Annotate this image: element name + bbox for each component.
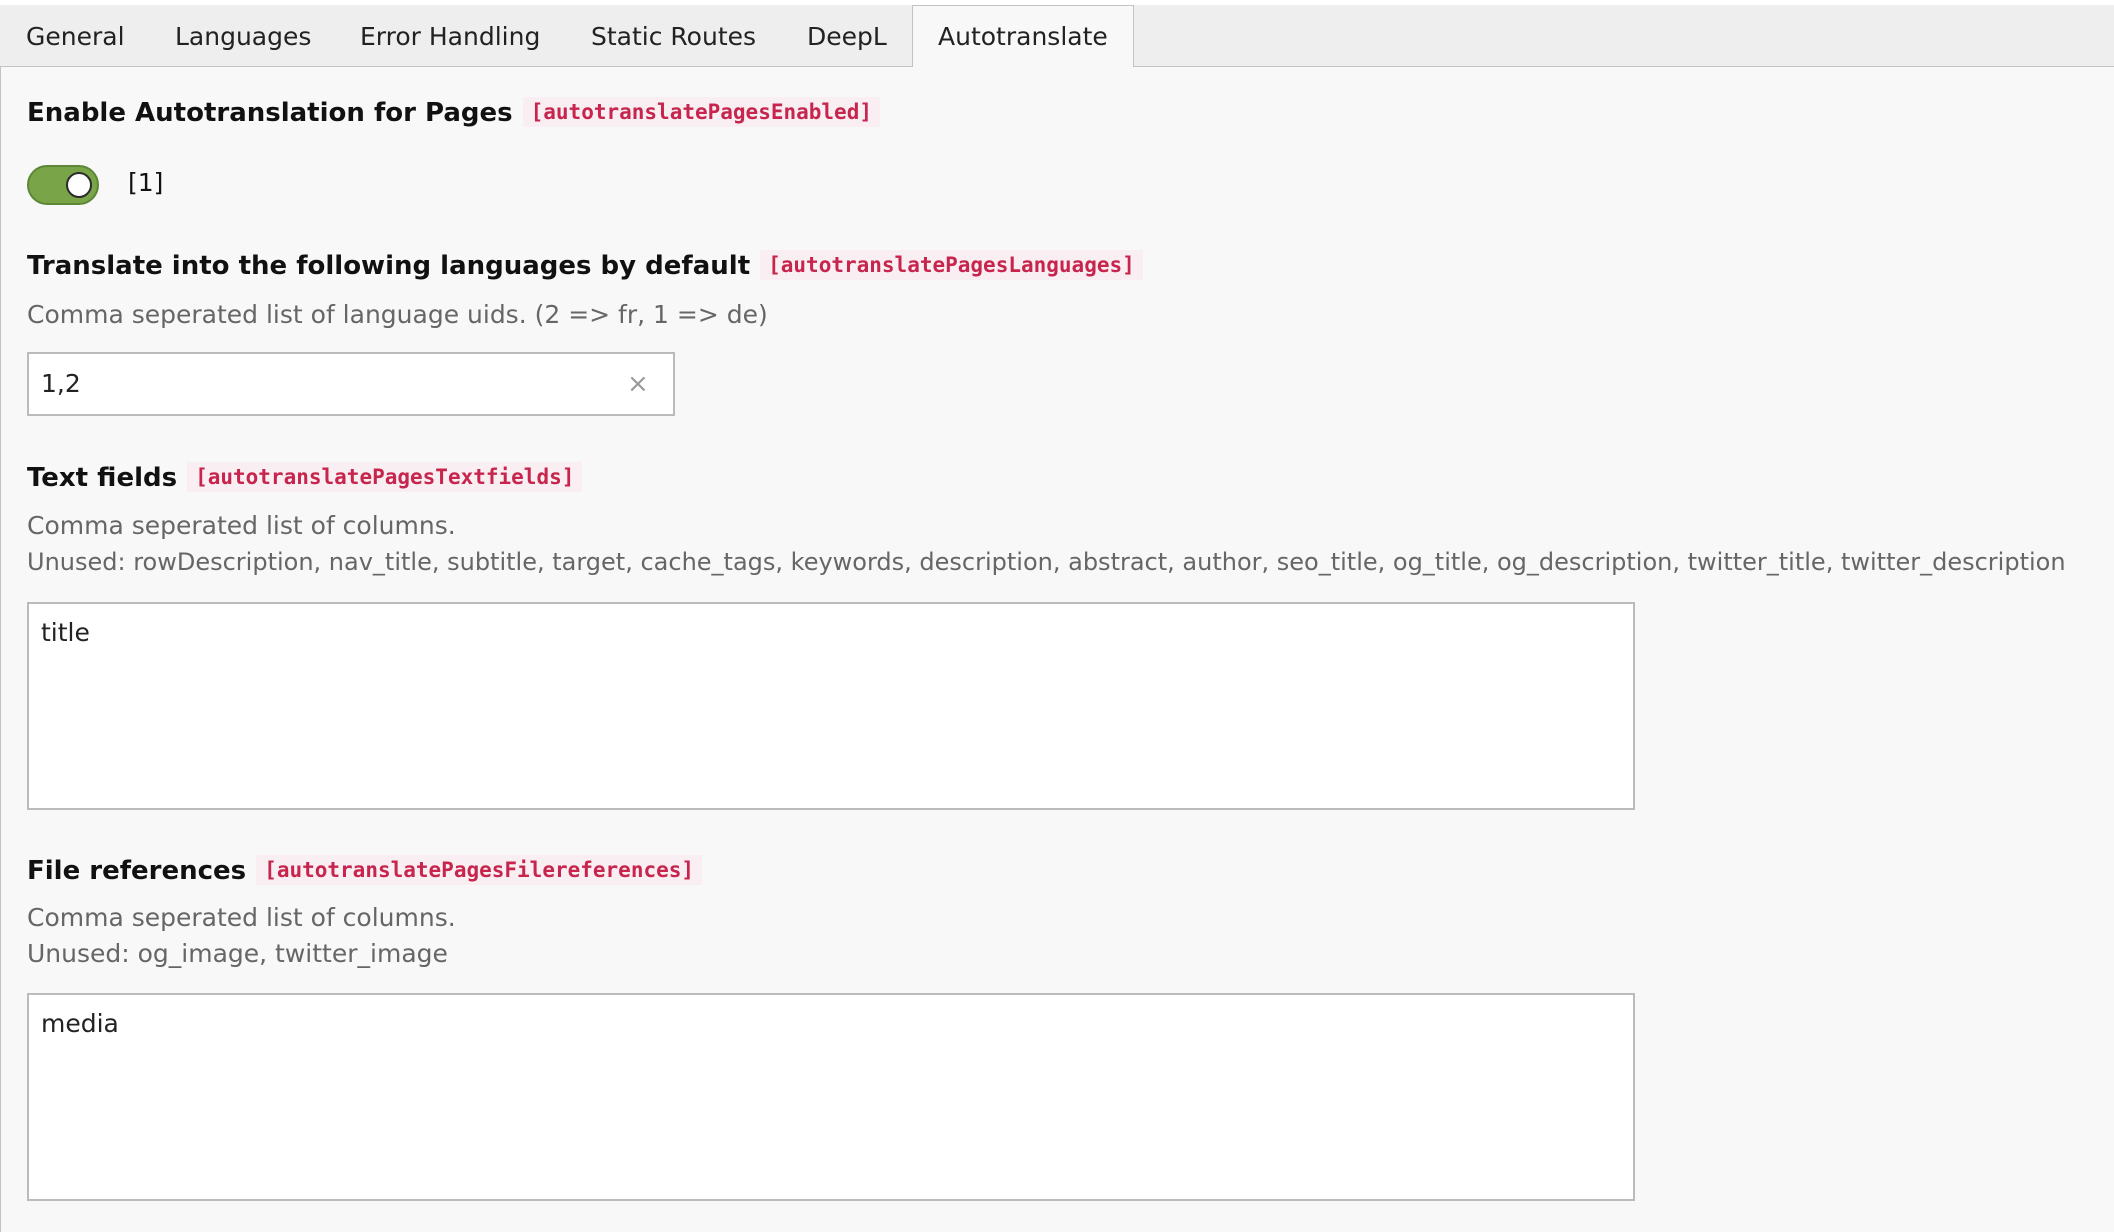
tab-error-handling[interactable]: Error Handling xyxy=(360,5,540,67)
field-label-languages: Translate into the following languages b… xyxy=(27,250,1143,281)
field-unused-textfields: Unused: rowDescription, nav_title, subti… xyxy=(27,548,2066,576)
field-description-filereferences: Comma seperated list of columns. xyxy=(27,903,456,932)
textfields-textarea[interactable]: title xyxy=(27,602,1635,810)
field-title-textfields: Text fields xyxy=(27,463,178,493)
field-key-textfields: [autotranslatePagesTextfields] xyxy=(187,462,583,492)
filereferences-textarea[interactable]: media xyxy=(27,993,1635,1201)
tab-autotranslate[interactable]: Autotranslate xyxy=(912,5,1134,68)
field-key-filereferences: [autotranslatePagesFilereferences] xyxy=(256,855,703,885)
field-key-enabled: [autotranslatePagesEnabled] xyxy=(522,97,880,127)
languages-input[interactable]: 1,2 xyxy=(27,352,675,416)
field-description-languages: Comma seperated list of language uids. (… xyxy=(27,300,768,329)
enabled-toggle[interactable] xyxy=(27,165,99,205)
tab-static-routes[interactable]: Static Routes xyxy=(591,5,756,67)
field-label-filereferences: File references [autotranslatePagesFilere… xyxy=(27,855,703,886)
field-title-languages: Translate into the following languages b… xyxy=(27,251,751,281)
tab-deepl[interactable]: DeepL xyxy=(807,5,887,67)
field-unused-filereferences: Unused: og_image, twitter_image xyxy=(27,939,448,968)
tab-general[interactable]: General xyxy=(26,5,125,67)
field-key-languages: [autotranslatePagesLanguages] xyxy=(760,250,1143,280)
tab-bar: General Languages Error Handling Static … xyxy=(0,5,2114,68)
toggle-knob xyxy=(66,172,92,198)
field-description-textfields: Comma seperated list of columns. xyxy=(27,511,456,540)
enabled-value: [1] xyxy=(128,168,164,197)
tab-languages[interactable]: Languages xyxy=(175,5,311,67)
field-title-filereferences: File references xyxy=(27,856,247,886)
field-label-textfields: Text fields [autotranslatePagesTextfields… xyxy=(27,462,583,493)
field-label-enabled: Enable Autotranslation for Pages [autotra… xyxy=(27,97,880,128)
settings-panel: Enable Autotranslation for Pages [autotra… xyxy=(0,67,2114,1232)
clear-icon[interactable]: × xyxy=(627,369,649,399)
field-title-enabled: Enable Autotranslation for Pages xyxy=(27,98,513,128)
